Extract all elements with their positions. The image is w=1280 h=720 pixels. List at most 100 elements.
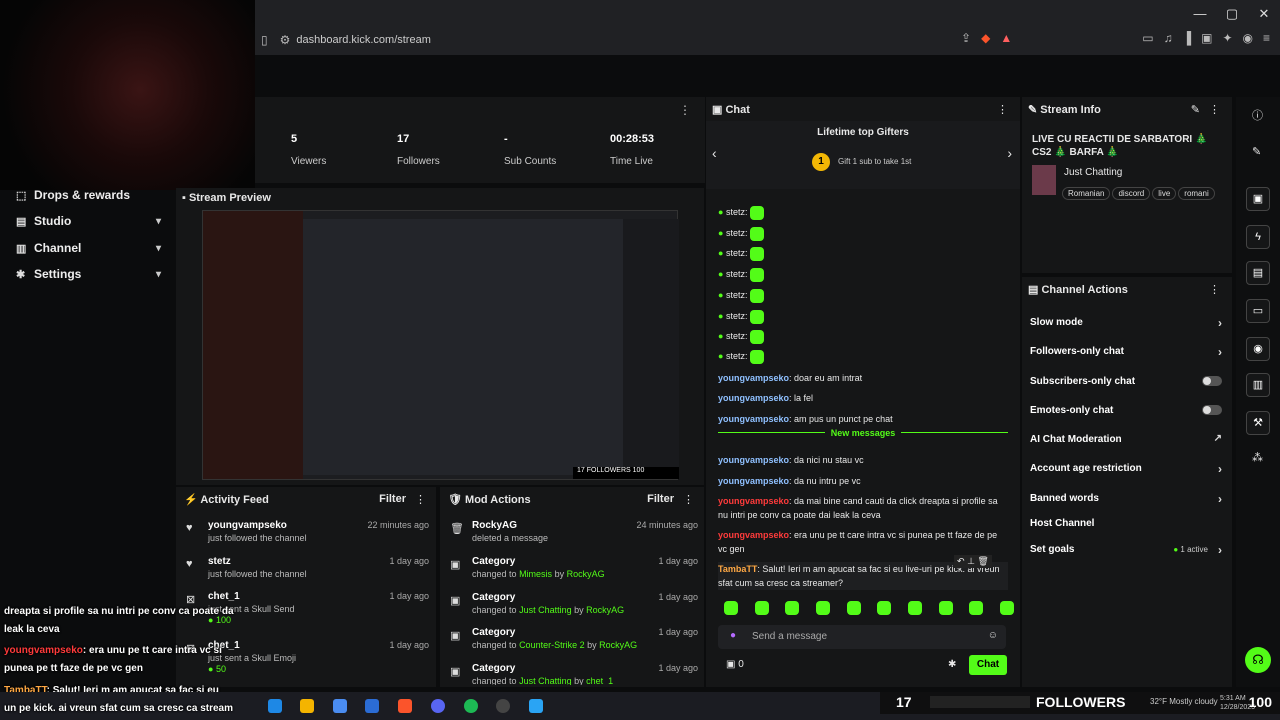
- more-menu-icon[interactable]: ⋮: [679, 103, 691, 117]
- pin-icon[interactable]: ⊥: [967, 556, 975, 566]
- chat-user[interactable]: youngvampseko: [718, 393, 789, 403]
- subscribers-only-toggle[interactable]: [1202, 376, 1222, 386]
- chat-user[interactable]: stetz:: [726, 248, 748, 258]
- chat-user[interactable]: stetz:: [726, 228, 748, 238]
- spotify-icon[interactable]: [464, 699, 478, 713]
- broadcast-button[interactable]: ◉: [1246, 337, 1270, 361]
- emote-icon[interactable]: [724, 601, 738, 615]
- emote-icon[interactable]: [999, 601, 1014, 615]
- support-chat-button[interactable]: ☊: [1245, 647, 1271, 673]
- activity-filter-button[interactable]: Filter: [379, 493, 406, 505]
- sidebar-item-drops[interactable]: ⬚ Drops & rewards: [0, 182, 175, 208]
- more-menu-icon[interactable]: ⋮: [683, 493, 694, 506]
- set-goals-item[interactable]: Set goals ● 1 active ›: [1030, 543, 1226, 557]
- preview-toggle-button[interactable]: ▥: [1246, 373, 1270, 397]
- folder-icon[interactable]: [300, 699, 314, 713]
- chat-user[interactable]: youngvampseko: [718, 530, 789, 540]
- followers-only-item[interactable]: Followers-only chat ›: [1030, 345, 1226, 359]
- more-menu-icon[interactable]: ⋮: [1209, 283, 1220, 296]
- maximize-button[interactable]: ▢: [1216, 0, 1248, 28]
- account-age-item[interactable]: Account age restriction ›: [1030, 462, 1226, 476]
- weather-widget[interactable]: 32°F Mostly cloudy: [1150, 697, 1218, 706]
- chat-toggle-button[interactable]: ▭: [1246, 299, 1270, 323]
- minimize-button[interactable]: —: [1184, 0, 1216, 28]
- media-icon[interactable]: ♫: [1164, 31, 1173, 45]
- emote-icon[interactable]: [938, 601, 953, 615]
- emote-icon[interactable]: [907, 601, 922, 615]
- chevron-right-icon[interactable]: ›: [1007, 145, 1012, 161]
- chat-user[interactable]: youngvampseko: [718, 373, 789, 383]
- activity-user[interactable]: youngvampseko: [208, 520, 287, 531]
- banned-words-item[interactable]: Banned words ›: [1030, 492, 1226, 506]
- wallet-icon[interactable]: ▣: [1201, 31, 1212, 45]
- preview-video[interactable]: 17 FOLLOWERS 100: [202, 210, 679, 480]
- activity-user[interactable]: stetz: [208, 556, 231, 567]
- activity-user[interactable]: chet_1: [208, 591, 240, 602]
- url-text[interactable]: dashboard.kick.com/stream: [296, 34, 431, 46]
- host-channel-item[interactable]: Host Channel: [1030, 518, 1226, 529]
- widgets-icon[interactable]: ⁂: [1252, 451, 1263, 464]
- mod-filter-button[interactable]: Filter: [647, 493, 674, 505]
- share-icon[interactable]: ⇪: [961, 31, 971, 45]
- more-menu-icon[interactable]: ⋮: [415, 493, 426, 506]
- send-chat-button[interactable]: Chat: [969, 655, 1007, 675]
- info-icon[interactable]: ⓘ: [1252, 107, 1263, 123]
- pencil-icon[interactable]: ✎: [1252, 145, 1261, 158]
- edit-icon[interactable]: ✎: [1191, 103, 1200, 116]
- chat-user[interactable]: stetz:: [726, 207, 748, 217]
- more-menu-icon[interactable]: ⋮: [1209, 103, 1220, 116]
- obs-icon[interactable]: [496, 699, 510, 713]
- shield-icon[interactable]: ◆: [981, 31, 990, 45]
- quick-action-button[interactable]: ϟ: [1246, 225, 1270, 249]
- chat-user[interactable]: TambaTT: [718, 564, 757, 574]
- chat-user[interactable]: stetz:: [726, 269, 748, 279]
- ai-moderation-item[interactable]: AI Chat Moderation ↗: [1030, 433, 1226, 445]
- emote-icon[interactable]: [877, 601, 892, 615]
- chat-user[interactable]: stetz:: [726, 311, 748, 321]
- edge-icon[interactable]: [268, 699, 282, 713]
- chat-user[interactable]: stetz:: [726, 290, 748, 300]
- slow-mode-item[interactable]: Slow mode ›: [1030, 316, 1226, 330]
- reply-icon[interactable]: ↶: [957, 556, 965, 566]
- cast-icon[interactable]: ▭: [1142, 31, 1153, 45]
- gear-icon[interactable]: ✱: [948, 659, 956, 670]
- sidebar-item-settings[interactable]: ✱ Settings ▾: [0, 261, 175, 287]
- chat-user[interactable]: youngvampseko: [718, 414, 789, 424]
- chat-user[interactable]: youngvampseko: [718, 496, 789, 506]
- outlook-icon[interactable]: [365, 699, 379, 713]
- bookmark-icon[interactable]: ▯: [261, 33, 268, 47]
- menu-icon[interactable]: ≡: [1263, 31, 1270, 45]
- chat-user[interactable]: stetz:: [726, 351, 748, 361]
- emotes-only-toggle[interactable]: [1202, 405, 1222, 415]
- emoji-icon[interactable]: ☺: [988, 630, 998, 641]
- emote-icon[interactable]: [754, 601, 769, 615]
- emote-icon[interactable]: [785, 601, 800, 615]
- gift-icon: ⬚: [16, 189, 27, 202]
- layout-button[interactable]: ▣: [1246, 187, 1270, 211]
- brave-icon[interactable]: [398, 699, 412, 713]
- app-icon[interactable]: [529, 699, 543, 713]
- tools-button[interactable]: ⚒: [1246, 411, 1270, 435]
- emote-icon[interactable]: [815, 601, 830, 615]
- emote-icon[interactable]: [969, 601, 984, 615]
- ai-icon[interactable]: ✦: [1222, 31, 1232, 45]
- notes-button[interactable]: ▤: [1246, 261, 1270, 285]
- chevron-left-icon[interactable]: ‹: [712, 145, 717, 161]
- vpn-icon[interactable]: ◉: [1243, 31, 1253, 45]
- sidebar-item-studio[interactable]: ▤ Studio ▾: [0, 208, 175, 234]
- close-button[interactable]: ✕: [1248, 0, 1280, 28]
- discord-icon[interactable]: [431, 699, 445, 713]
- store-icon[interactable]: [333, 699, 347, 713]
- rewards-icon[interactable]: ▲: [1000, 31, 1012, 45]
- sidebar-icon[interactable]: ▐: [1183, 31, 1192, 45]
- site-info-icon[interactable]: ⚙: [280, 33, 291, 47]
- sidebar-item-channel[interactable]: ▥ Channel ▾: [0, 235, 175, 261]
- chat-input[interactable]: ● Send a message ☺: [718, 625, 1006, 649]
- trash-icon[interactable]: 🗑: [977, 556, 988, 566]
- chat-user[interactable]: stetz:: [726, 331, 748, 341]
- chat-user[interactable]: youngvampseko: [718, 476, 789, 486]
- more-menu-icon[interactable]: ⋮: [997, 103, 1008, 116]
- chat-user[interactable]: youngvampseko: [718, 455, 789, 465]
- microphone-icon[interactable]: ●: [730, 630, 736, 641]
- emote-icon[interactable]: [846, 601, 861, 615]
